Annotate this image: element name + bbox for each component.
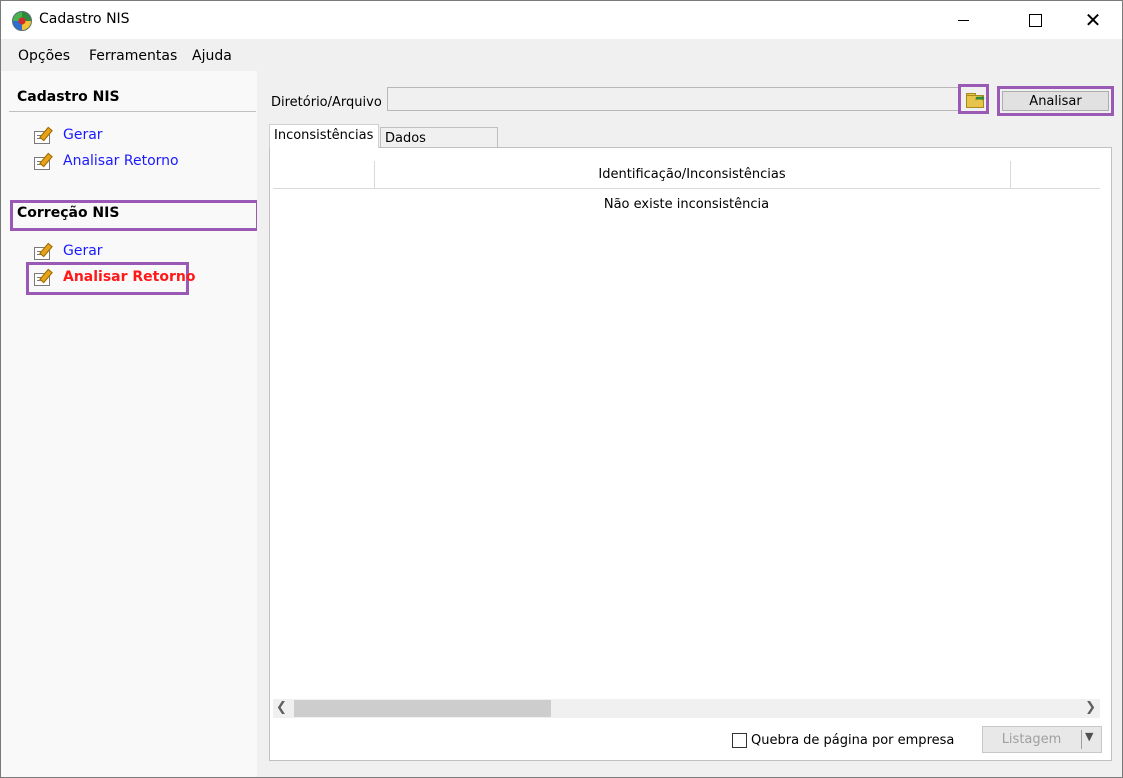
tab-dados-corrigidos[interactable]: Dados Corrigidos — [380, 127, 498, 168]
sidebar-item-correcao-gerar[interactable]: Gerar — [33, 241, 103, 261]
menu-tools[interactable]: Ferramentas — [89, 48, 177, 64]
sidebar-item-label: Gerar — [63, 243, 103, 259]
sidebar-item-correcao-analisar[interactable]: Analisar Retorno — [33, 267, 195, 287]
listing-label: Listagem — [1001, 732, 1062, 747]
chevron-down-icon[interactable]: ▼ — [1085, 730, 1093, 743]
scroll-left-icon[interactable]: ❮ — [276, 700, 287, 715]
highlight-frame: Analisar — [997, 86, 1114, 116]
close-icon: ✕ — [1084, 8, 1102, 32]
scroll-right-icon[interactable]: ❯ — [1085, 700, 1096, 715]
footer-bar: Quebra de página por empresa Listagem ▼ — [273, 721, 1110, 758]
scroll-thumb[interactable] — [294, 700, 551, 717]
title-bar: Cadastro NIS ✕ — [1, 1, 1122, 39]
grid-body: Não existe inconsistência — [273, 189, 1100, 699]
edit-document-icon — [33, 126, 53, 144]
menu-options[interactable]: Opções — [18, 48, 70, 64]
file-path-input[interactable] — [387, 87, 964, 111]
page-break-label: Quebra de página por empresa — [751, 733, 955, 748]
file-path-label: Diretório/Arquivo — [271, 95, 382, 110]
folder-open-icon: ➦ — [966, 91, 985, 108]
page-break-checkbox[interactable] — [732, 733, 747, 748]
edit-document-icon — [33, 152, 53, 170]
main-content: Diretório/Arquivo ➦ Analisar Inconsistên… — [257, 71, 1122, 777]
horizontal-scrollbar[interactable]: ❮ ❯ — [273, 699, 1100, 718]
browse-button[interactable]: ➦ — [958, 84, 989, 114]
sidebar-item-label: Gerar — [63, 127, 103, 143]
maximize-button[interactable] — [1012, 1, 1058, 39]
section-title-correcao: Correção NIS — [17, 205, 120, 221]
analyze-button[interactable]: Analisar — [1002, 91, 1109, 111]
page-break-option[interactable]: Quebra de página por empresa — [732, 733, 954, 748]
column-header[interactable]: Identificação/Inconsistências — [374, 161, 1011, 188]
section-title-cadastro: Cadastro NIS — [17, 89, 120, 105]
window-title: Cadastro NIS — [39, 11, 130, 27]
empty-message: Não existe inconsistência — [603, 197, 770, 212]
menu-bar: Opções Ferramentas Ajuda — [1, 39, 1122, 71]
minimize-icon — [957, 19, 969, 21]
grid-header: Identificação/Inconsistências — [273, 161, 1100, 189]
listing-button[interactable]: Listagem ▼ — [982, 726, 1102, 753]
main-window: Cadastro NIS ✕ Opções Ferramentas Ajuda … — [0, 0, 1123, 778]
menu-help[interactable]: Ajuda — [192, 48, 232, 64]
close-button[interactable]: ✕ — [1070, 1, 1116, 39]
section-divider — [9, 111, 256, 112]
tab-inconsistencias[interactable]: Inconsistências — [269, 124, 379, 148]
split-divider — [1081, 730, 1082, 749]
app-logo-icon — [12, 11, 32, 31]
edit-document-icon — [33, 268, 53, 286]
minimize-button[interactable] — [940, 1, 986, 39]
column-header[interactable] — [1010, 161, 1100, 188]
sidebar-item-cadastro-gerar[interactable]: Gerar — [33, 125, 103, 145]
tab-panel: Identificação/Inconsistências Não existe… — [269, 147, 1112, 761]
sidebar-item-label-active: Analisar Retorno — [63, 269, 196, 285]
column-header[interactable] — [273, 161, 375, 188]
sidebar-item-cadastro-analisar[interactable]: Analisar Retorno — [33, 151, 179, 171]
sidebar: Cadastro NIS Gerar Analisar Retorno Corr… — [1, 71, 259, 777]
sidebar-item-label: Analisar Retorno — [63, 153, 179, 169]
maximize-icon — [1028, 13, 1042, 27]
edit-document-icon — [33, 242, 53, 260]
